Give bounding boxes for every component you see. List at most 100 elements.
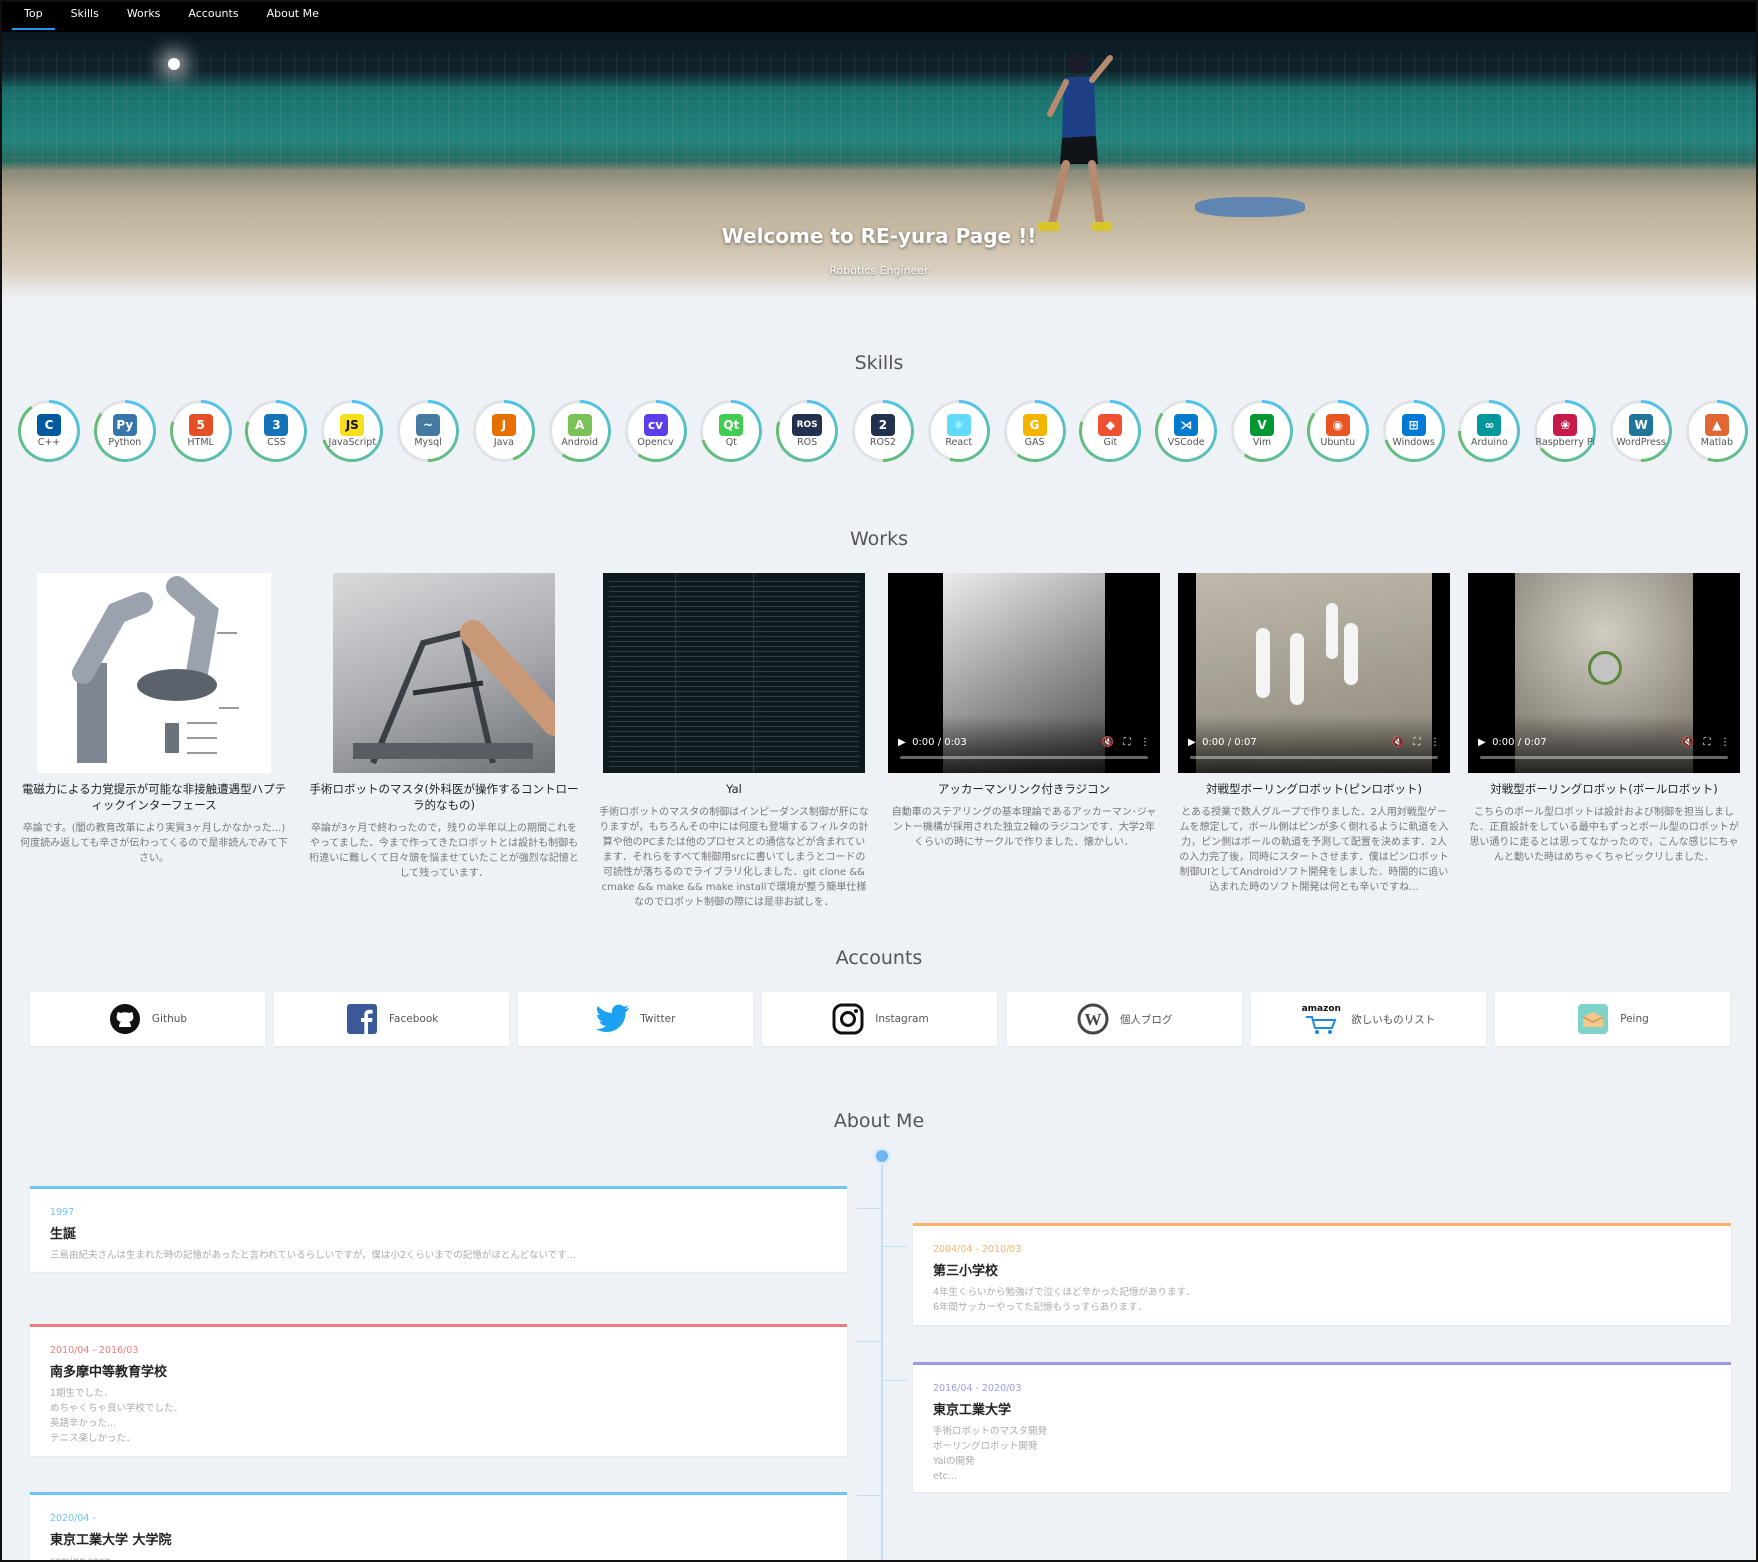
- nav-works[interactable]: Works: [113, 0, 175, 32]
- video-progress-bar[interactable]: [1190, 756, 1438, 759]
- css-icon: 3: [264, 414, 289, 436]
- fullscreen-icon[interactable]: ⛶: [1703, 737, 1710, 748]
- timeline-text: Yalの開発: [933, 1456, 975, 1467]
- skill-label: VSCode: [1167, 437, 1205, 448]
- account-github[interactable]: Github: [30, 992, 265, 1046]
- skill-badge: 2 ROS2: [851, 400, 914, 462]
- skill-badge: cv Opencv: [624, 400, 687, 462]
- skill-badge: V Vim: [1231, 400, 1293, 462]
- facebook-icon: [345, 1002, 379, 1036]
- work-card: Yal 手術ロボットのマスタの制御はインピーダンス制御が肝になりますが，もちろん…: [598, 573, 870, 910]
- video-progress-bar[interactable]: [1480, 756, 1728, 759]
- amazon-icon: amazon: [1301, 1002, 1341, 1036]
- timeline-date: 2016/04 - 2020/03: [933, 1383, 1022, 1394]
- timeline-tick: [857, 1341, 881, 1342]
- video-progress-bar[interactable]: [900, 756, 1148, 759]
- mute-icon[interactable]: 🔇: [1101, 737, 1113, 748]
- works-list: 電磁力による力覚提示が可能な非接触遭遇型ハプティックインターフェース 卒論です。…: [18, 573, 1740, 910]
- work-image-surgical-master[interactable]: [333, 573, 555, 773]
- nav-about-me[interactable]: About Me: [253, 0, 333, 32]
- work-video-ackermann[interactable]: ▶ 0:00 / 0:03 🔇 ⛶ ⋮: [888, 573, 1160, 773]
- wordpress-icon: W: [1076, 1002, 1110, 1036]
- hero-subtitle: Robotics Engineer: [829, 264, 929, 277]
- account-label: Github: [151, 1013, 188, 1025]
- skill-badge: ▲ Matlab: [1685, 400, 1748, 462]
- more-options-icon[interactable]: ⋮: [1430, 737, 1440, 748]
- amazon-wordmark: amazon: [1301, 1003, 1341, 1014]
- account-amazon-wishlist[interactable]: amazon 欲しいものリスト: [1250, 992, 1486, 1046]
- video-time: 0:00 / 0:07: [1492, 737, 1547, 748]
- skill-badge: ❀ Raspberry Pi: [1534, 400, 1597, 462]
- skills-heading: Skills: [854, 352, 904, 374]
- skill-label: Qt: [725, 437, 737, 448]
- ros-icon: ROS: [792, 414, 823, 436]
- skill-badge: J Java: [472, 400, 535, 462]
- work-description: 自動車のステアリングの基本理論であるアッカーマン･ジャントー機構が採用された独立…: [891, 807, 1157, 848]
- work-video-pin-robot[interactable]: ▶ 0:00 / 0:07 🔇 ⛶ ⋮: [1178, 573, 1450, 773]
- javascript-icon: JS: [340, 414, 365, 436]
- timeline-title: 第三小学校: [933, 1264, 999, 1279]
- mute-icon[interactable]: 🔇: [1391, 737, 1403, 748]
- account-label: Twitter: [640, 1013, 676, 1025]
- skill-label: Git: [1103, 437, 1118, 448]
- account-facebook[interactable]: Facebook: [274, 992, 510, 1046]
- ubuntu-icon: ◉: [1325, 414, 1350, 436]
- ros2-icon: 2: [870, 414, 895, 436]
- raspberry-pi-icon: ❀: [1553, 414, 1578, 436]
- timeline-text: coming soon...: [50, 1556, 120, 1562]
- timeline-tick: [857, 1495, 881, 1496]
- skill-badge: ~ Mysql: [397, 400, 460, 462]
- hero-fence: [0, 52, 1758, 172]
- timeline-text: 英語辛かった...: [50, 1418, 117, 1429]
- work-image-haptic-interface[interactable]: [37, 573, 271, 773]
- skill-label: JavaScript: [328, 437, 377, 448]
- account-instagram[interactable]: Instagram: [762, 992, 998, 1046]
- nav-top[interactable]: Top: [10, 0, 57, 32]
- twitter-icon: [596, 1002, 630, 1036]
- account-peing[interactable]: Peing: [1494, 992, 1730, 1046]
- play-icon[interactable]: ▶: [898, 737, 906, 748]
- more-options-icon[interactable]: ⋮: [1140, 737, 1150, 748]
- work-image-yal-code[interactable]: [603, 573, 865, 773]
- skill-badge: ◉ Ubuntu: [1306, 400, 1369, 462]
- work-description: とある授業で数人グループで作りました．2人用対戦型ゲームを想定して，ボール側はピ…: [1179, 807, 1449, 893]
- work-title: 電磁力による力覚提示が可能な非接触遭遇型ハプティックインターフェース: [21, 782, 287, 812]
- skill-label: ROS: [797, 437, 818, 448]
- work-description: 卒論です。(闇の教育改革により実質3ヶ月しかなかった...)何度読み返しても辛さ…: [20, 823, 288, 864]
- svg-text:W: W: [1084, 1010, 1101, 1029]
- play-icon[interactable]: ▶: [1188, 737, 1196, 748]
- skill-badge: ⊞ Windows: [1382, 400, 1445, 462]
- git-icon: ◆: [1098, 414, 1123, 436]
- nav-accounts[interactable]: Accounts: [174, 0, 252, 32]
- work-title: 対戦型ボーリングロボット(ピンロボット): [1206, 782, 1422, 796]
- work-video-ball-robot[interactable]: ▶ 0:00 / 0:07 🔇 ⛶ ⋮: [1468, 573, 1740, 773]
- opencv-icon: cv: [643, 414, 668, 436]
- skill-label: CSS: [267, 437, 286, 448]
- work-card: ▶ 0:00 / 0:07 🔇 ⛶ ⋮ 対戦型ボーリングロボット(ピンロボット) …: [1178, 573, 1450, 910]
- play-icon[interactable]: ▶: [1478, 737, 1486, 748]
- account-twitter[interactable]: Twitter: [518, 992, 754, 1046]
- fullscreen-icon[interactable]: ⛶: [1123, 737, 1130, 748]
- skill-label: Python: [108, 437, 142, 448]
- account-blog[interactable]: W 個人ブログ: [1006, 992, 1242, 1046]
- timeline-date: 2020/04 -: [50, 1513, 96, 1524]
- instagram-icon: [831, 1002, 865, 1036]
- skill-badge: G GAS: [1003, 400, 1066, 462]
- video-controls: ▶ 0:00 / 0:07 🔇 ⛶ ⋮: [1178, 715, 1450, 773]
- timeline-date: 1997: [50, 1207, 75, 1218]
- skill-badge: 3 CSS: [245, 400, 308, 462]
- mute-icon[interactable]: 🔇: [1681, 737, 1693, 748]
- hero-court-tarp: [1195, 197, 1305, 217]
- fullscreen-icon[interactable]: ⛶: [1413, 737, 1420, 748]
- more-options-icon[interactable]: ⋮: [1720, 737, 1730, 748]
- nav-skills[interactable]: Skills: [57, 0, 113, 32]
- timeline-tick: [857, 1208, 881, 1209]
- skill-label: Vim: [1252, 437, 1272, 448]
- timeline-date: 2010/04 - 2016/03: [50, 1345, 139, 1356]
- works-heading: Works: [849, 528, 908, 550]
- cpp-icon: C: [37, 414, 61, 436]
- timeline-line: [881, 1156, 883, 1562]
- python-icon: Py: [112, 414, 137, 436]
- qt-icon: Qt: [719, 414, 744, 436]
- work-title: アッカーマンリンク付きラジコン: [937, 782, 1111, 796]
